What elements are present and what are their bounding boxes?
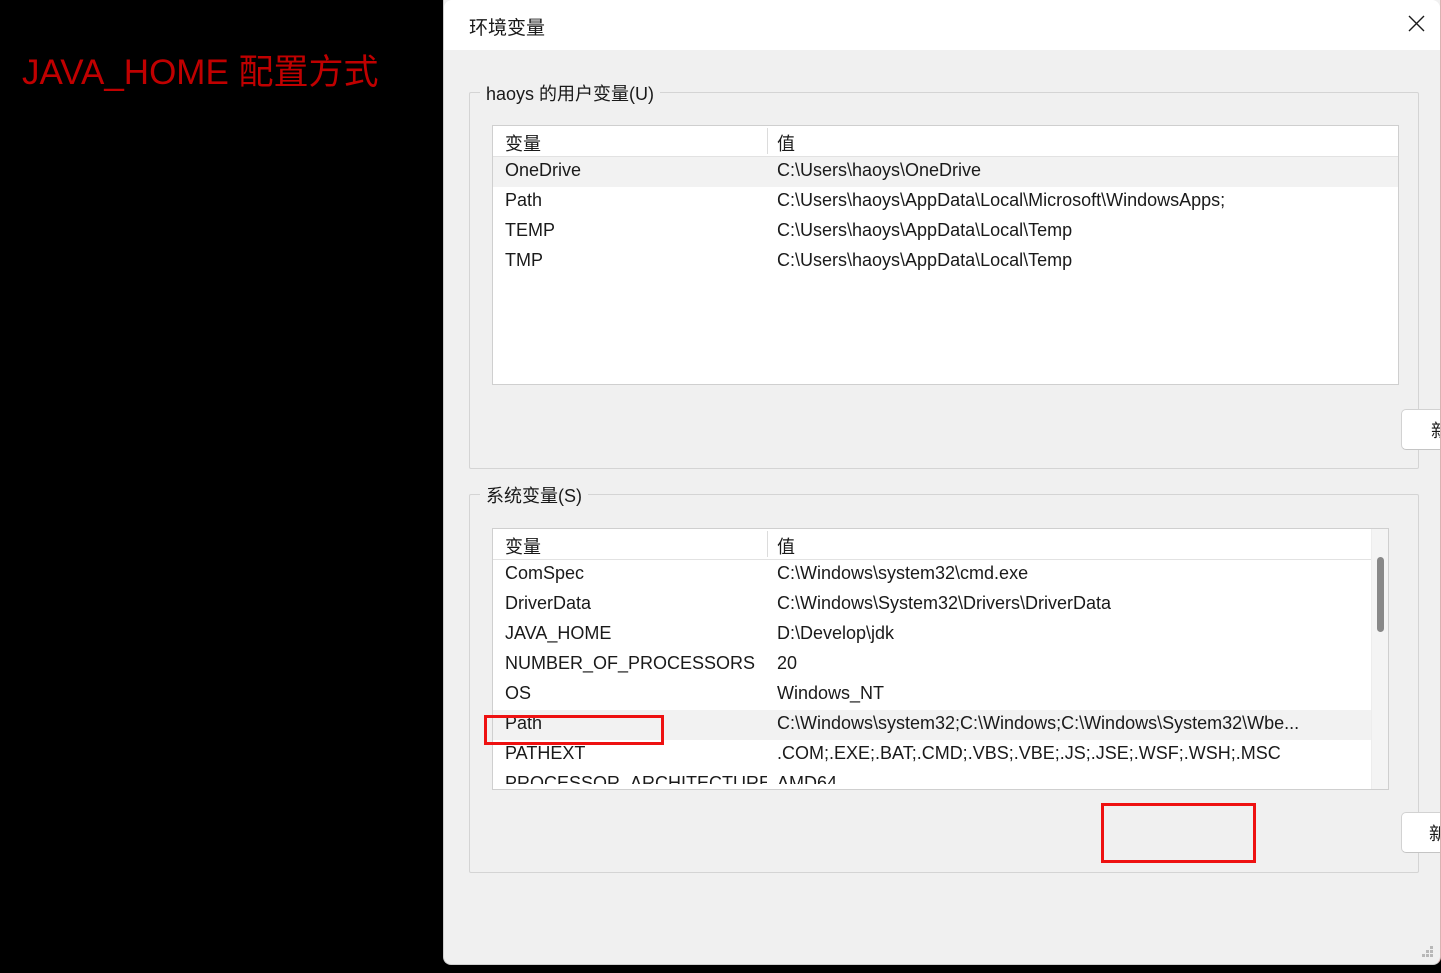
system-variables-scrollbar[interactable] bbox=[1371, 529, 1388, 789]
column-header-value[interactable]: 值 bbox=[777, 130, 795, 156]
column-divider[interactable] bbox=[767, 531, 768, 557]
column-divider[interactable] bbox=[767, 128, 768, 154]
resize-grip-icon[interactable] bbox=[1422, 946, 1434, 958]
variable-value: C:\Users\haoys\AppData\Local\Temp bbox=[777, 220, 1073, 240]
table-row[interactable]: DriverData C:\Windows\System32\Drivers\D… bbox=[493, 590, 1388, 620]
variable-value: C:\Windows\System32\Drivers\DriverData bbox=[777, 593, 1112, 613]
system-variables-legend: 系统变量(S) bbox=[480, 482, 589, 508]
dialog-title: 环境变量 bbox=[469, 18, 546, 39]
table-row[interactable]: OS Windows_NT bbox=[493, 680, 1388, 710]
table-row[interactable]: PATHEXT .COM;.EXE;.BAT;.CMD;.VBS;.VBE;.J… bbox=[493, 740, 1388, 770]
system-variables-group: 系统变量(S) 变量 值 ComSpec C:\Windows\system32… bbox=[469, 482, 1419, 873]
system-new-label: 新建(W)... bbox=[1429, 820, 1440, 846]
table-row[interactable]: OneDrive C:\Users\haoys\OneDrive bbox=[493, 157, 1398, 187]
close-icon[interactable] bbox=[1392, 0, 1440, 47]
variable-value: C:\Users\haoys\AppData\Local\Microsoft\W… bbox=[777, 190, 1226, 210]
user-new-button[interactable]: 新建(N)... bbox=[1401, 409, 1440, 450]
table-row[interactable]: Path C:\Users\haoys\AppData\Local\Micros… bbox=[493, 187, 1398, 217]
variable-name: JAVA_HOME bbox=[505, 623, 612, 643]
table-row-path[interactable]: Path C:\Windows\system32;C:\Windows;C:\W… bbox=[493, 710, 1388, 740]
variable-name: OneDrive bbox=[505, 160, 582, 180]
variable-name: TEMP bbox=[505, 220, 556, 240]
column-header-name[interactable]: 变量 bbox=[505, 130, 541, 156]
variable-value: D:\Develop\jdk bbox=[777, 623, 895, 643]
system-variables-header: 变量 值 bbox=[493, 529, 1388, 560]
variable-value: .COM;.EXE;.BAT;.CMD;.VBS;.VBE;.JS;.JSE;.… bbox=[777, 743, 1281, 763]
variable-value: C:\Windows\system32\cmd.exe bbox=[777, 563, 1029, 583]
user-variables-header: 变量 值 bbox=[493, 126, 1398, 157]
system-variables-body: ComSpec C:\Windows\system32\cmd.exe Driv… bbox=[493, 560, 1388, 784]
variable-value: 20 bbox=[777, 653, 798, 673]
variable-name: Path bbox=[505, 713, 543, 733]
variable-name: OS bbox=[505, 683, 532, 703]
table-row[interactable]: ComSpec C:\Windows\system32\cmd.exe bbox=[493, 560, 1388, 590]
user-variables-body: OneDrive C:\Users\haoys\OneDrive Path C:… bbox=[493, 157, 1398, 277]
variable-name: PATHEXT bbox=[505, 743, 586, 763]
variable-value: C:\Windows\system32;C:\Windows;C:\Window… bbox=[777, 713, 1300, 733]
variable-name: DriverData bbox=[505, 593, 592, 613]
dialog-titlebar: 环境变量 bbox=[444, 0, 1440, 50]
table-row[interactable]: JAVA_HOME D:\Develop\jdk bbox=[493, 620, 1388, 650]
user-new-label: 新建(N)... bbox=[1431, 417, 1440, 443]
column-header-value[interactable]: 值 bbox=[777, 533, 795, 559]
variable-value: C:\Users\haoys\OneDrive bbox=[777, 160, 982, 180]
table-row[interactable]: TEMP C:\Users\haoys\AppData\Local\Temp bbox=[493, 217, 1398, 247]
user-variables-legend: haoys 的用户变量(U) bbox=[480, 80, 661, 106]
variable-value: C:\Users\haoys\AppData\Local\Temp bbox=[777, 250, 1073, 270]
variable-name: Path bbox=[505, 190, 543, 210]
scrollbar-thumb[interactable] bbox=[1377, 557, 1384, 632]
table-row[interactable]: TMP C:\Users\haoys\AppData\Local\Temp bbox=[493, 247, 1398, 277]
environment-variables-dialog: 环境变量 haoys 的用户变量(U) 变量 值 OneDrive C:\Use… bbox=[443, 0, 1441, 965]
user-variables-group: haoys 的用户变量(U) 变量 值 OneDrive C:\Users\ha… bbox=[469, 80, 1419, 469]
variable-name: PROCESSOR_ARCHITECTURE bbox=[505, 773, 767, 784]
system-new-button[interactable]: 新建(W)... bbox=[1401, 812, 1440, 853]
table-row[interactable]: NUMBER_OF_PROCESSORS 20 bbox=[493, 650, 1388, 680]
system-variables-list[interactable]: 变量 值 ComSpec C:\Windows\system32\cmd.exe… bbox=[492, 528, 1389, 790]
screen: JAVA_HOME 配置方式 环境变量 haoys 的用户变量(U) 变量 值 bbox=[0, 0, 1441, 973]
variable-name: NUMBER_OF_PROCESSORS bbox=[505, 653, 756, 673]
variable-value: Windows_NT bbox=[777, 683, 885, 703]
variable-name: ComSpec bbox=[505, 563, 585, 583]
user-variables-list[interactable]: 变量 值 OneDrive C:\Users\haoys\OneDrive Pa… bbox=[492, 125, 1399, 385]
annotation-title: JAVA_HOME 配置方式 bbox=[22, 53, 379, 92]
column-header-name[interactable]: 变量 bbox=[505, 533, 541, 559]
variable-value: AMD64 bbox=[777, 773, 838, 784]
table-row[interactable]: PROCESSOR_ARCHITECTURE AMD64 bbox=[493, 770, 1388, 784]
variable-name: TMP bbox=[505, 250, 543, 270]
